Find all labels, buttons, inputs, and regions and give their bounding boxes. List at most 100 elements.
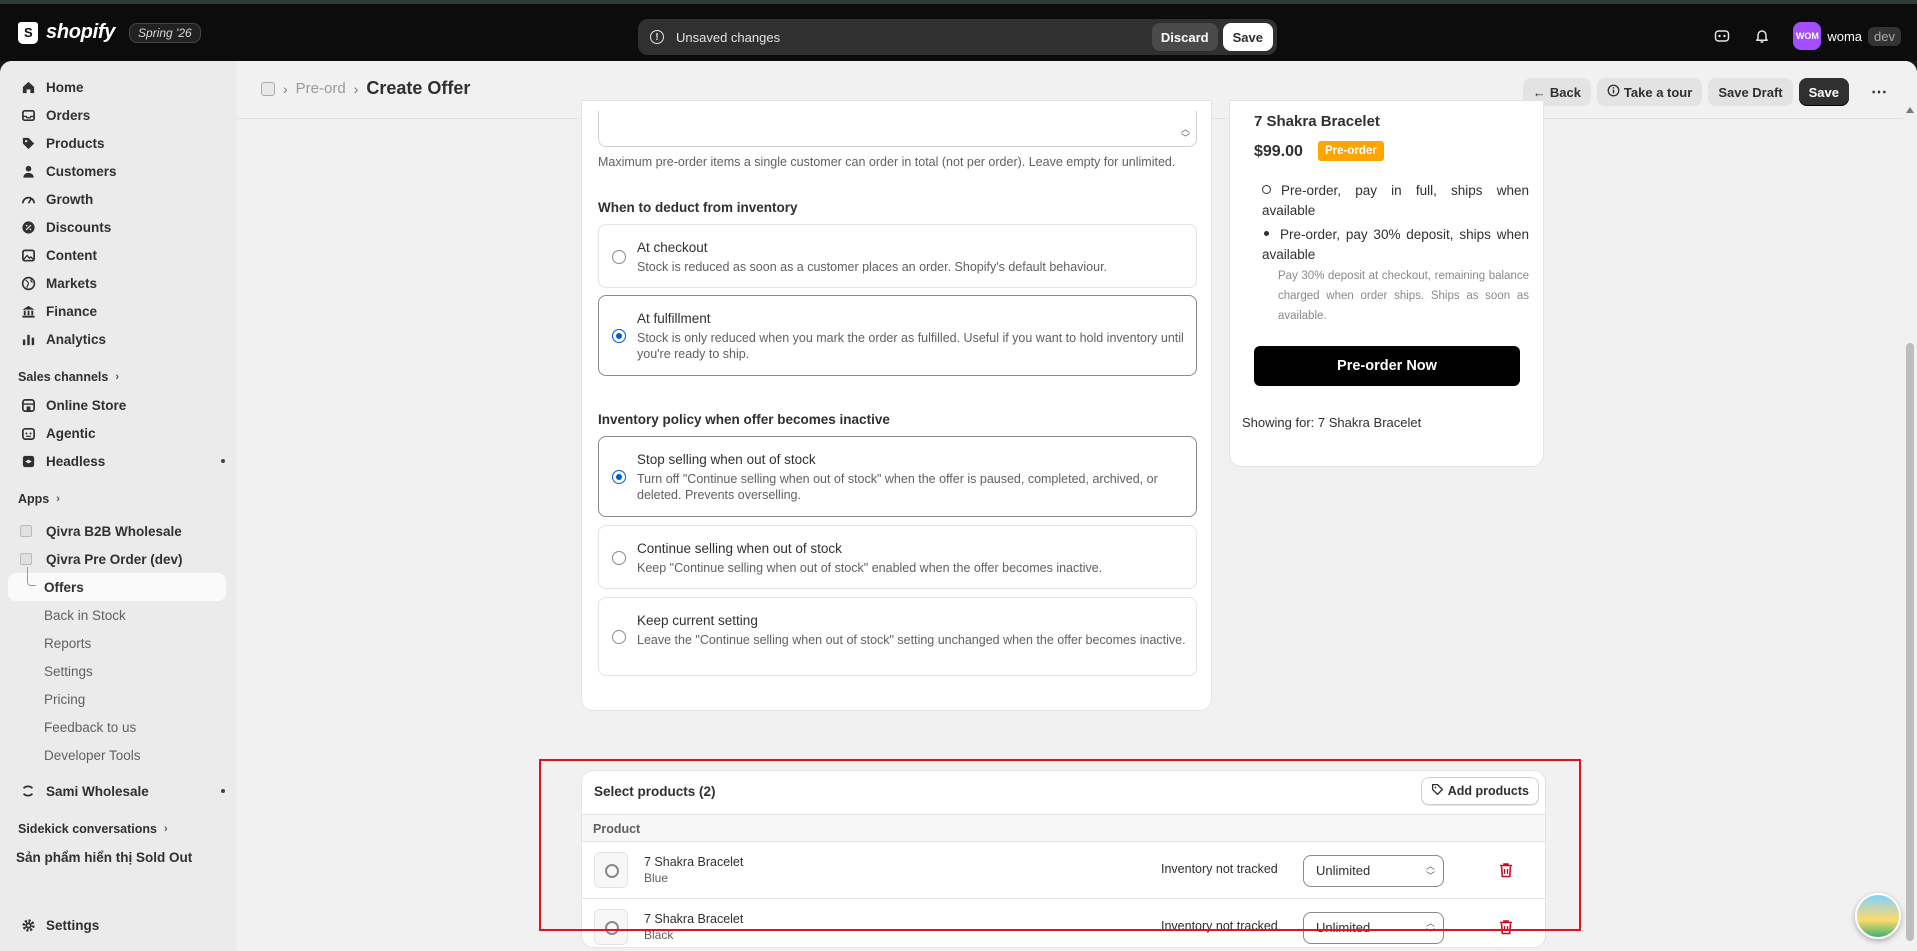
radio-filled-icon — [1264, 231, 1269, 236]
sidebar-item-discounts[interactable]: Discounts — [0, 213, 237, 241]
home-icon — [20, 79, 36, 95]
deduct-option-checkout[interactable]: At checkout Stock is reduced as soon as … — [598, 224, 1197, 288]
sales-channels-heading[interactable]: Sales channels › — [0, 363, 237, 391]
layers-icon — [20, 453, 36, 469]
top-right-actions: WOM woma dev — [1713, 22, 1901, 50]
deduct-option-fulfillment[interactable]: At fulfillment Stock is only reduced whe… — [598, 295, 1197, 376]
sidebar-item-settings[interactable]: Settings — [0, 911, 99, 939]
breadcrumb-prev-link[interactable]: Pre-ord — [296, 80, 346, 97]
sidebar-item-label: Orders — [46, 107, 91, 123]
admin-frame: Home Orders Products Customers Growth Di… — [0, 61, 1917, 951]
account-env-badge: dev — [1868, 26, 1901, 46]
save-draft-button[interactable]: Save Draft — [1708, 78, 1793, 106]
sidebar-item-label: Content — [46, 247, 97, 263]
brand-name: shopify — [46, 21, 116, 43]
arrow-left-icon: ← — [1532, 84, 1546, 100]
sidebar-item-content[interactable]: Content — [0, 241, 237, 269]
edition-badge: Spring '26 — [129, 22, 201, 43]
more-actions-icon[interactable]: ⋯ — [1865, 78, 1893, 106]
sidebar-sub-offers[interactable]: Offers — [8, 567, 226, 601]
sidebar-app-label: Qivra B2B Wholesale — [46, 523, 182, 539]
gear-icon — [20, 917, 36, 933]
sidebar-item-customers[interactable]: Customers — [0, 157, 237, 185]
radio-button[interactable] — [612, 329, 626, 343]
inventory-settings-card: ︿ ﹀ Maximum pre-order items a single cust… — [581, 100, 1212, 711]
sidebar-item-finance[interactable]: Finance — [0, 297, 237, 325]
radio-button[interactable] — [612, 551, 626, 565]
take-tour-button[interactable]: Take a tour — [1596, 78, 1703, 106]
sidebar-item-agentic[interactable]: Agentic — [0, 419, 237, 447]
scrollbar-thumb[interactable] — [1906, 343, 1914, 941]
showing-for-label: Showing for: 7 Shakra Bracelet — [1242, 415, 1422, 430]
page-title: Create Offer — [366, 78, 471, 98]
shopify-logo[interactable]: shopify Spring '26 — [18, 21, 201, 44]
avatar: WOM — [1793, 22, 1822, 50]
policy-option-keep-current[interactable]: Keep current setting Leave the "Continue… — [598, 597, 1197, 676]
sidebar-sub-pricing[interactable]: Pricing — [0, 685, 237, 713]
sidebar-item-orders[interactable]: Orders — [0, 101, 237, 129]
person-icon — [20, 163, 36, 179]
sidebar-sub-developer-tools[interactable]: Developer Tools — [0, 741, 237, 769]
alert-circle-icon: ! — [650, 30, 664, 44]
sidebar-sub-reports[interactable]: Reports — [0, 629, 237, 657]
preorder-now-button[interactable]: Pre-order Now — [1254, 346, 1520, 386]
scrollbar[interactable] — [1903, 103, 1917, 951]
sidebar-item-label: Headless — [46, 453, 106, 469]
bar-chart-icon — [20, 331, 36, 347]
sidebar-item-label: Markets — [46, 275, 98, 291]
sidebar-item-growth[interactable]: Growth — [0, 185, 237, 213]
robot-icon — [20, 425, 36, 441]
radio-button[interactable] — [612, 630, 626, 644]
sidekick-icon[interactable] — [1713, 27, 1731, 45]
sidebar-item-analytics[interactable]: Analytics — [0, 325, 237, 353]
plan-option-deposit[interactable]: Pre-order, pay 30% deposit, ships when a… — [1262, 225, 1529, 265]
sidebar-sub-feedback[interactable]: Feedback to us — [0, 713, 237, 741]
apps-label: Apps — [18, 492, 50, 506]
info-icon — [1607, 84, 1620, 100]
inbox-icon — [20, 107, 36, 123]
save-offer-button[interactable]: Save — [1798, 78, 1849, 106]
sidekick-conversation-item[interactable]: Sản phẩm hiển thị Sold Out — [0, 843, 237, 871]
max-per-customer-input[interactable]: ︿ ﹀ — [598, 111, 1197, 147]
breadcrumb: › Pre-ord › Create Offer — [261, 78, 470, 99]
plan-option-full[interactable]: Pre-order, pay in full, ships when avail… — [1262, 181, 1529, 221]
bell-icon[interactable] — [1753, 27, 1771, 45]
sidebar-app-qivra-b2b[interactable]: Qivra B2B Wholesale — [0, 517, 237, 545]
radio-button[interactable] — [612, 470, 626, 484]
discard-button[interactable]: Discard — [1151, 23, 1218, 51]
sidebar-sub-label: Offers — [44, 579, 84, 595]
policy-option-continue-selling[interactable]: Continue selling when out of stock Keep … — [598, 525, 1197, 589]
sidebar-sub-back-in-stock[interactable]: Back in Stock — [0, 601, 237, 629]
sami-app-icon — [20, 783, 36, 799]
account-name: woma — [1827, 28, 1863, 44]
sidebar-app-label: Sami Wholesale — [46, 783, 149, 799]
assistant-bubble-icon[interactable] — [1855, 893, 1901, 939]
sidebar-item-label: Agentic — [46, 425, 96, 441]
breadcrumb-separator: › — [283, 80, 288, 97]
option-description: Turn off "Continue selling when out of s… — [637, 472, 1158, 502]
sidebar-item-products[interactable]: Products — [0, 129, 237, 157]
sidebar-item-headless[interactable]: Headless — [0, 447, 237, 475]
sidebar-item-label: Home — [46, 79, 84, 95]
plan-label: Pre-order, pay 30% deposit, ships when a… — [1262, 227, 1529, 262]
account-menu[interactable]: WOM woma dev — [1793, 22, 1901, 50]
radio-button[interactable] — [612, 250, 626, 264]
stepper-icon[interactable]: ︿ ﹀ — [1181, 125, 1190, 143]
scroll-up-icon[interactable] — [1906, 107, 1914, 113]
sidebar-item-online-store[interactable]: Online Store — [0, 391, 237, 419]
sidebar-app-sami-wholesale[interactable]: Sami Wholesale — [0, 777, 237, 805]
sidebar-item-label: Growth — [46, 191, 94, 207]
sidekick-label: Sidekick conversations — [18, 822, 157, 836]
app-icon[interactable] — [261, 81, 275, 96]
save-button[interactable]: Save — [1222, 23, 1273, 51]
apps-heading[interactable]: Apps › — [0, 485, 237, 513]
sidekick-heading[interactable]: Sidekick conversations › — [0, 815, 237, 843]
sidebar-item-label: Discounts — [46, 219, 112, 235]
sidebar-item-label: Analytics — [46, 331, 107, 347]
sidebar-item-markets[interactable]: Markets — [0, 269, 237, 297]
tour-label: Take a tour — [1623, 84, 1693, 100]
globe-icon — [20, 275, 36, 291]
sidebar-sub-settings[interactable]: Settings — [0, 657, 237, 685]
sidebar-item-home[interactable]: Home — [0, 73, 237, 101]
policy-option-stop-selling[interactable]: Stop selling when out of stock Turn off … — [598, 436, 1197, 517]
